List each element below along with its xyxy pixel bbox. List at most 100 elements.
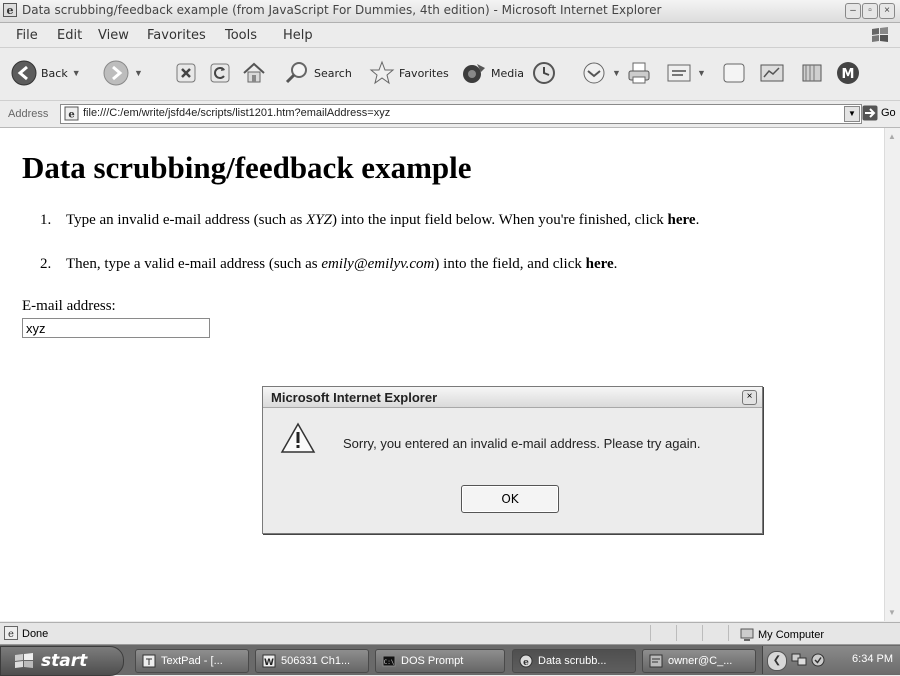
status-divider [676, 625, 677, 641]
status-divider [702, 625, 703, 641]
scroll-up-icon[interactable]: ▲ [888, 132, 896, 141]
status-divider [728, 625, 729, 641]
minimize-button[interactable]: – [845, 3, 861, 19]
taskbar-button-word[interactable]: W 506331 Ch1... [255, 649, 369, 673]
scroll-down-icon[interactable]: ▼ [888, 608, 896, 617]
print-icon [628, 62, 650, 84]
instruction-step-2: 2. Then, type a valid e-mail address (suc… [40, 256, 617, 273]
security-icon[interactable] [811, 653, 825, 667]
address-bar: Address e file:///C:/em/write/jsfd4e/scr… [0, 101, 900, 128]
refresh-button[interactable] [206, 56, 234, 90]
ie-app-icon[interactable]: e [3, 3, 17, 17]
svg-text:e: e [7, 4, 14, 17]
system-tray: ❮ 6:34 PM [762, 646, 900, 674]
back-label: Back [41, 66, 68, 80]
forward-arrow-icon [103, 60, 129, 86]
windows-logo-icon [872, 27, 888, 42]
close-window-button[interactable]: × [879, 3, 895, 19]
clock: 6:34 PM [852, 653, 893, 665]
start-button[interactable]: start [0, 646, 124, 676]
edit-button[interactable]: ▼ [665, 56, 706, 90]
email-label: E-mail address: [22, 298, 116, 314]
taskbar-button-textpad[interactable]: TextPad - [... [135, 649, 249, 673]
menu-bar: File Edit View Favorites Tools Help [0, 23, 900, 48]
step-text: ) into the field, and click [434, 256, 586, 272]
msn-button[interactable]: M [834, 56, 862, 90]
here-link[interactable]: here [668, 212, 696, 228]
favorites-button[interactable]: Favorites [368, 56, 449, 90]
step-text: ) into the input field below. When you'r… [331, 212, 668, 228]
edit-page-icon [667, 64, 691, 82]
menu-tools[interactable]: Tools [225, 28, 257, 43]
textpad-icon [142, 654, 156, 668]
home-icon [243, 62, 265, 83]
chevron-down-icon[interactable]: ▼ [697, 68, 706, 78]
status-text: Done [22, 628, 49, 640]
chevron-down-icon[interactable]: ▼ [612, 68, 621, 78]
word-doc-icon: W [262, 654, 276, 668]
stop-icon [176, 63, 196, 83]
page-status-icon: e [4, 626, 18, 640]
go-arrow-icon [862, 105, 878, 121]
maximize-button[interactable]: ▫ [862, 3, 878, 19]
home-button[interactable] [240, 56, 268, 90]
dialog-title-bar[interactable]: Microsoft Internet Explorer × [263, 387, 762, 408]
forward-button[interactable]: ▼ [102, 56, 143, 90]
research-icon [802, 64, 822, 82]
svg-text:e: e [523, 658, 529, 668]
step-example: XYZ [306, 212, 332, 228]
print-button[interactable] [625, 56, 653, 90]
msn-icon: M [837, 62, 859, 84]
taskbar-button-dos[interactable]: C:\ DOS Prompt [375, 649, 505, 673]
menu-help[interactable]: Help [283, 28, 313, 43]
svg-text:e: e [8, 629, 14, 640]
page-content: Data scrubbing/feedback example 1. Type a… [0, 128, 884, 621]
windows-flag-icon [15, 653, 33, 668]
taskbar-button-owner[interactable]: owner@C_... [642, 649, 756, 673]
network-icon[interactable] [791, 653, 807, 667]
menu-edit[interactable]: Edit [57, 28, 82, 43]
chevron-down-icon[interactable]: ▼ [134, 68, 143, 78]
ok-button[interactable]: OK [461, 485, 559, 513]
address-input[interactable]: e file:///C:/em/write/jsfd4e/scripts/lis… [60, 104, 862, 124]
research-button[interactable] [798, 56, 826, 90]
chevron-down-icon[interactable]: ▼ [844, 106, 860, 122]
history-button[interactable] [530, 56, 558, 90]
menu-view[interactable]: View [98, 28, 129, 43]
discuss-button[interactable] [720, 56, 748, 90]
status-bar: e Done My Computer [0, 622, 900, 644]
dos-prompt-icon: C:\ [382, 655, 396, 667]
step-text: . [695, 212, 700, 228]
search-button[interactable]: Search [283, 56, 352, 90]
dialog-close-button[interactable]: × [742, 390, 757, 405]
menu-file[interactable]: File [16, 28, 38, 43]
title-bar[interactable]: e Data scrubbing/feedback example (from … [0, 0, 900, 23]
back-arrow-icon [11, 60, 37, 86]
tray-expand-icon[interactable]: ❮ [767, 651, 787, 671]
stop-button[interactable] [172, 56, 200, 90]
vertical-scrollbar[interactable]: ▲ ▼ [884, 128, 900, 621]
messenger-icon [760, 64, 784, 82]
favorites-star-icon [369, 60, 395, 85]
step-text: . [613, 256, 618, 272]
task-label: DOS Prompt [401, 655, 464, 667]
address-url: file:///C:/em/write/jsfd4e/scripts/list1… [83, 107, 391, 119]
page-title: Data scrubbing/feedback example [22, 150, 472, 185]
svg-text:C:\: C:\ [384, 659, 395, 666]
media-button[interactable]: Media [460, 56, 524, 90]
go-label: Go [881, 107, 896, 119]
email-field[interactable]: xyz [22, 318, 210, 338]
alert-dialog: Microsoft Internet Explorer × Sorry, you… [262, 386, 763, 534]
dialog-title: Microsoft Internet Explorer [271, 390, 438, 405]
messenger-button[interactable] [758, 56, 786, 90]
go-button[interactable]: Go [862, 105, 896, 121]
menu-favorites[interactable]: Favorites [147, 28, 206, 43]
mail-button[interactable]: ▼ [580, 56, 621, 90]
back-button[interactable]: Back ▼ [10, 56, 81, 90]
chevron-down-icon[interactable]: ▼ [72, 68, 81, 78]
step-number: 1. [40, 212, 52, 228]
discuss-icon [723, 63, 745, 83]
taskbar-button-ie[interactable]: e Data scrubb... [512, 649, 636, 673]
here-link[interactable]: here [586, 256, 614, 272]
task-label: owner@C_... [668, 655, 733, 667]
